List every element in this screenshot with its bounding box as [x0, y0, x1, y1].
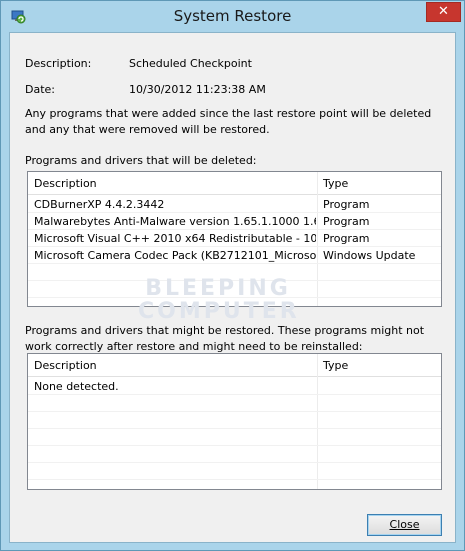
restore-notice: Any programs that were added since the l…	[25, 107, 432, 136]
table-row[interactable]: None detected.	[28, 378, 441, 395]
table-row[interactable]: Malwarebytes Anti-Malware version 1.65.1…	[28, 213, 441, 230]
system-restore-window: System Restore ✕ Description: Scheduled …	[0, 0, 465, 551]
empty-row	[28, 463, 441, 480]
row-type: Program	[323, 232, 370, 245]
deleted-list-label: Programs and drivers that will be delete…	[25, 154, 257, 167]
date-value: 10/30/2012 11:23:38 AM	[129, 83, 266, 96]
column-header-description[interactable]: Description	[34, 177, 97, 190]
empty-row	[28, 395, 441, 412]
row-type: Windows Update	[323, 249, 416, 262]
row-description: None detected.	[34, 380, 119, 393]
close-window-button[interactable]: ✕	[426, 2, 461, 22]
row-description: Microsoft Camera Codec Pack (KB2712101_M…	[34, 249, 316, 262]
watermark-line-2: COMPUTER	[138, 299, 300, 324]
watermark-line-1: BLEEPING	[145, 276, 291, 301]
description-value: Scheduled Checkpoint	[129, 57, 252, 70]
row-description: Microsoft Visual C++ 2010 x64 Redistribu…	[34, 232, 316, 245]
close-button-label: Close	[389, 518, 420, 531]
column-header-type[interactable]: Type	[323, 359, 348, 372]
restored-list-label: Programs and drivers that might be resto…	[25, 324, 425, 353]
empty-row	[28, 412, 441, 429]
empty-row	[28, 429, 441, 446]
row-type: Program	[323, 215, 370, 228]
column-header-type[interactable]: Type	[323, 177, 348, 190]
row-description: CDBurnerXP 4.4.2.3442	[34, 198, 165, 211]
restored-programs-list[interactable]: Description Type None detected.	[27, 353, 442, 490]
date-label: Date:	[25, 83, 55, 96]
table-row[interactable]: Microsoft Camera Codec Pack (KB2712101_M…	[28, 247, 441, 264]
title-bar[interactable]: System Restore ✕	[1, 1, 464, 32]
restored-list-header: Description Type	[28, 354, 441, 377]
deleted-list-header: Description Type	[28, 172, 441, 195]
row-description: Malwarebytes Anti-Malware version 1.65.1…	[34, 215, 316, 228]
description-label: Description:	[25, 57, 92, 70]
close-button[interactable]: Close	[367, 514, 442, 536]
bleeping-computer-watermark: BLEEPING COMPUTER	[138, 278, 298, 324]
empty-row	[28, 446, 441, 463]
column-header-description[interactable]: Description	[34, 359, 97, 372]
restored-rows: None detected.	[28, 378, 441, 480]
row-type: Program	[323, 198, 370, 211]
window-title: System Restore	[173, 7, 292, 25]
dialog-body: Description: Scheduled Checkpoint Date: …	[9, 32, 456, 543]
table-row[interactable]: Microsoft Visual C++ 2010 x64 Redistribu…	[28, 230, 441, 247]
close-icon: ✕	[438, 4, 449, 19]
table-row[interactable]: CDBurnerXP 4.4.2.3442 Program	[28, 196, 441, 213]
